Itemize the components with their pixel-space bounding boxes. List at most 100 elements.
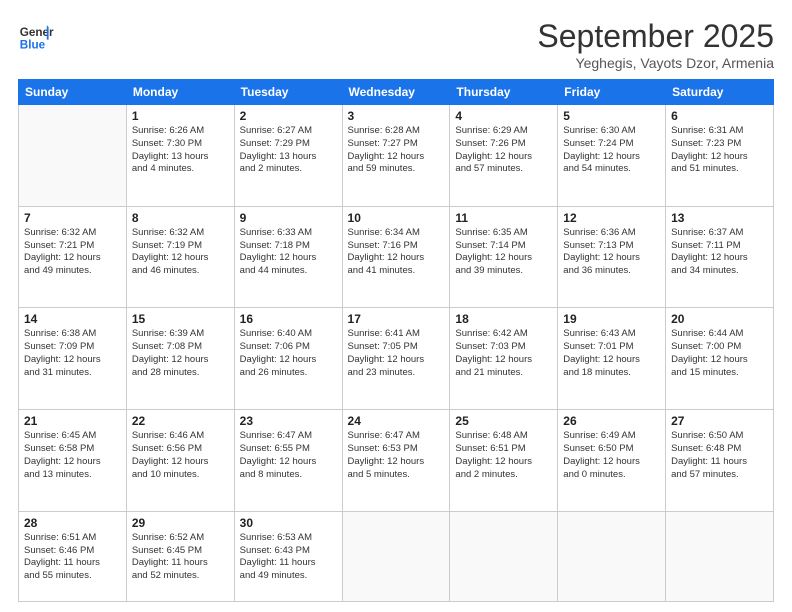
day-info: Sunrise: 6:41 AM Sunset: 7:05 PM Dayligh… — [348, 328, 445, 379]
week-row-2: 7 Sunrise: 6:32 AM Sunset: 7:21 PM Daylig… — [19, 206, 774, 308]
weekday-header-friday: Friday — [558, 80, 666, 105]
calendar-cell: 29Sunrise: 6:52 AM Sunset: 6:45 PM Dayli… — [126, 511, 234, 601]
svg-text:General: General — [20, 26, 54, 39]
calendar-cell: 25 Sunrise: 6:48 AM Sunset: 6:51 PM Dayli… — [450, 410, 558, 512]
logo-icon: General Blue — [18, 18, 54, 54]
day-number: 5 — [563, 109, 660, 123]
day-number: 28 — [24, 516, 121, 530]
day-number: 2 — [240, 109, 337, 123]
day-info: Sunrise: 6:46 AM Sunset: 6:56 PM Dayligh… — [132, 430, 229, 481]
day-info: Sunrise: 6:34 AM Sunset: 7:16 PM Dayligh… — [348, 227, 445, 278]
calendar-cell: 11 Sunrise: 6:35 AM Sunset: 7:14 PM Dayli… — [450, 206, 558, 308]
day-number: 7 — [24, 211, 121, 225]
day-info: Sunrise: 6:31 AM Sunset: 7:23 PM Dayligh… — [671, 125, 768, 176]
weekday-header-row: SundayMondayTuesdayWednesdayThursdayFrid… — [19, 80, 774, 105]
calendar-cell: 8 Sunrise: 6:32 AM Sunset: 7:19 PM Daylig… — [126, 206, 234, 308]
calendar-cell: 5 Sunrise: 6:30 AM Sunset: 7:24 PM Daylig… — [558, 105, 666, 207]
location-title: Yeghegis, Vayots Dzor, Armenia — [537, 55, 774, 71]
day-number: 29 — [132, 516, 229, 530]
calendar-cell — [450, 511, 558, 601]
day-info: Sunrise: 6:28 AM Sunset: 7:27 PM Dayligh… — [348, 125, 445, 176]
day-info: Sunrise: 6:43 AM Sunset: 7:01 PM Dayligh… — [563, 328, 660, 379]
calendar-cell: 24Sunrise: 6:47 AM Sunset: 6:53 PM Dayli… — [342, 410, 450, 512]
day-info: Sunrise: 6:27 AM Sunset: 7:29 PM Dayligh… — [240, 125, 337, 176]
day-number: 27 — [671, 414, 768, 428]
header: General Blue September 2025 Yeghegis, Va… — [18, 18, 774, 71]
day-info: Sunrise: 6:48 AM Sunset: 6:51 PM Dayligh… — [455, 430, 552, 481]
weekday-header-thursday: Thursday — [450, 80, 558, 105]
day-number: 3 — [348, 109, 445, 123]
day-info: Sunrise: 6:47 AM Sunset: 6:53 PM Dayligh… — [348, 430, 445, 481]
calendar-cell: 4Sunrise: 6:29 AM Sunset: 7:26 PM Daylig… — [450, 105, 558, 207]
day-info: Sunrise: 6:38 AM Sunset: 7:09 PM Dayligh… — [24, 328, 121, 379]
calendar-cell: 23Sunrise: 6:47 AM Sunset: 6:55 PM Dayli… — [234, 410, 342, 512]
day-info: Sunrise: 6:35 AM Sunset: 7:14 PM Dayligh… — [455, 227, 552, 278]
day-number: 17 — [348, 312, 445, 326]
svg-text:Blue: Blue — [20, 39, 46, 52]
day-info: Sunrise: 6:49 AM Sunset: 6:50 PM Dayligh… — [563, 430, 660, 481]
calendar-cell: 15Sunrise: 6:39 AM Sunset: 7:08 PM Dayli… — [126, 308, 234, 410]
calendar-cell: 2 Sunrise: 6:27 AM Sunset: 7:29 PM Daylig… — [234, 105, 342, 207]
calendar: SundayMondayTuesdayWednesdayThursdayFrid… — [18, 79, 774, 602]
day-number: 16 — [240, 312, 337, 326]
day-info: Sunrise: 6:40 AM Sunset: 7:06 PM Dayligh… — [240, 328, 337, 379]
calendar-cell: 27 Sunrise: 6:50 AM Sunset: 6:48 PM Dayli… — [666, 410, 774, 512]
calendar-cell: 12 Sunrise: 6:36 AM Sunset: 7:13 PM Dayli… — [558, 206, 666, 308]
calendar-cell: 22 Sunrise: 6:46 AM Sunset: 6:56 PM Dayli… — [126, 410, 234, 512]
day-number: 18 — [455, 312, 552, 326]
title-block: September 2025 Yeghegis, Vayots Dzor, Ar… — [537, 18, 774, 71]
calendar-cell: 21Sunrise: 6:45 AM Sunset: 6:58 PM Dayli… — [19, 410, 127, 512]
day-number: 23 — [240, 414, 337, 428]
calendar-cell: 18 Sunrise: 6:42 AM Sunset: 7:03 PM Dayli… — [450, 308, 558, 410]
calendar-cell: 16 Sunrise: 6:40 AM Sunset: 7:06 PM Dayli… — [234, 308, 342, 410]
day-number: 6 — [671, 109, 768, 123]
calendar-cell: 9 Sunrise: 6:33 AM Sunset: 7:18 PM Daylig… — [234, 206, 342, 308]
day-number: 22 — [132, 414, 229, 428]
month-title: September 2025 — [537, 18, 774, 55]
day-info: Sunrise: 6:36 AM Sunset: 7:13 PM Dayligh… — [563, 227, 660, 278]
calendar-cell: 7 Sunrise: 6:32 AM Sunset: 7:21 PM Daylig… — [19, 206, 127, 308]
calendar-cell: 28 Sunrise: 6:51 AM Sunset: 6:46 PM Dayli… — [19, 511, 127, 601]
day-info: Sunrise: 6:26 AM Sunset: 7:30 PM Dayligh… — [132, 125, 229, 176]
calendar-cell: 1 Sunrise: 6:26 AM Sunset: 7:30 PM Daylig… — [126, 105, 234, 207]
day-number: 12 — [563, 211, 660, 225]
weekday-header-saturday: Saturday — [666, 80, 774, 105]
calendar-cell: 26 Sunrise: 6:49 AM Sunset: 6:50 PM Dayli… — [558, 410, 666, 512]
calendar-cell — [666, 511, 774, 601]
day-info: Sunrise: 6:53 AM Sunset: 6:43 PM Dayligh… — [240, 532, 337, 583]
day-info: Sunrise: 6:32 AM Sunset: 7:21 PM Dayligh… — [24, 227, 121, 278]
weekday-header-sunday: Sunday — [19, 80, 127, 105]
day-number: 13 — [671, 211, 768, 225]
logo: General Blue — [18, 18, 54, 54]
day-number: 8 — [132, 211, 229, 225]
calendar-cell: 10Sunrise: 6:34 AM Sunset: 7:16 PM Dayli… — [342, 206, 450, 308]
calendar-cell — [342, 511, 450, 601]
week-row-1: 1 Sunrise: 6:26 AM Sunset: 7:30 PM Daylig… — [19, 105, 774, 207]
calendar-cell: 6 Sunrise: 6:31 AM Sunset: 7:23 PM Daylig… — [666, 105, 774, 207]
weekday-header-tuesday: Tuesday — [234, 80, 342, 105]
weekday-header-wednesday: Wednesday — [342, 80, 450, 105]
day-info: Sunrise: 6:33 AM Sunset: 7:18 PM Dayligh… — [240, 227, 337, 278]
day-number: 9 — [240, 211, 337, 225]
calendar-cell — [19, 105, 127, 207]
day-info: Sunrise: 6:30 AM Sunset: 7:24 PM Dayligh… — [563, 125, 660, 176]
day-number: 1 — [132, 109, 229, 123]
day-number: 20 — [671, 312, 768, 326]
day-info: Sunrise: 6:32 AM Sunset: 7:19 PM Dayligh… — [132, 227, 229, 278]
calendar-cell — [558, 511, 666, 601]
day-number: 30 — [240, 516, 337, 530]
day-number: 25 — [455, 414, 552, 428]
day-info: Sunrise: 6:50 AM Sunset: 6:48 PM Dayligh… — [671, 430, 768, 481]
calendar-cell: 30 Sunrise: 6:53 AM Sunset: 6:43 PM Dayli… — [234, 511, 342, 601]
day-info: Sunrise: 6:42 AM Sunset: 7:03 PM Dayligh… — [455, 328, 552, 379]
day-info: Sunrise: 6:51 AM Sunset: 6:46 PM Dayligh… — [24, 532, 121, 583]
day-number: 11 — [455, 211, 552, 225]
day-info: Sunrise: 6:37 AM Sunset: 7:11 PM Dayligh… — [671, 227, 768, 278]
day-number: 15 — [132, 312, 229, 326]
day-number: 4 — [455, 109, 552, 123]
calendar-cell: 13 Sunrise: 6:37 AM Sunset: 7:11 PM Dayli… — [666, 206, 774, 308]
page: General Blue September 2025 Yeghegis, Va… — [0, 0, 792, 612]
day-number: 14 — [24, 312, 121, 326]
day-number: 26 — [563, 414, 660, 428]
calendar-cell: 3 Sunrise: 6:28 AM Sunset: 7:27 PM Daylig… — [342, 105, 450, 207]
